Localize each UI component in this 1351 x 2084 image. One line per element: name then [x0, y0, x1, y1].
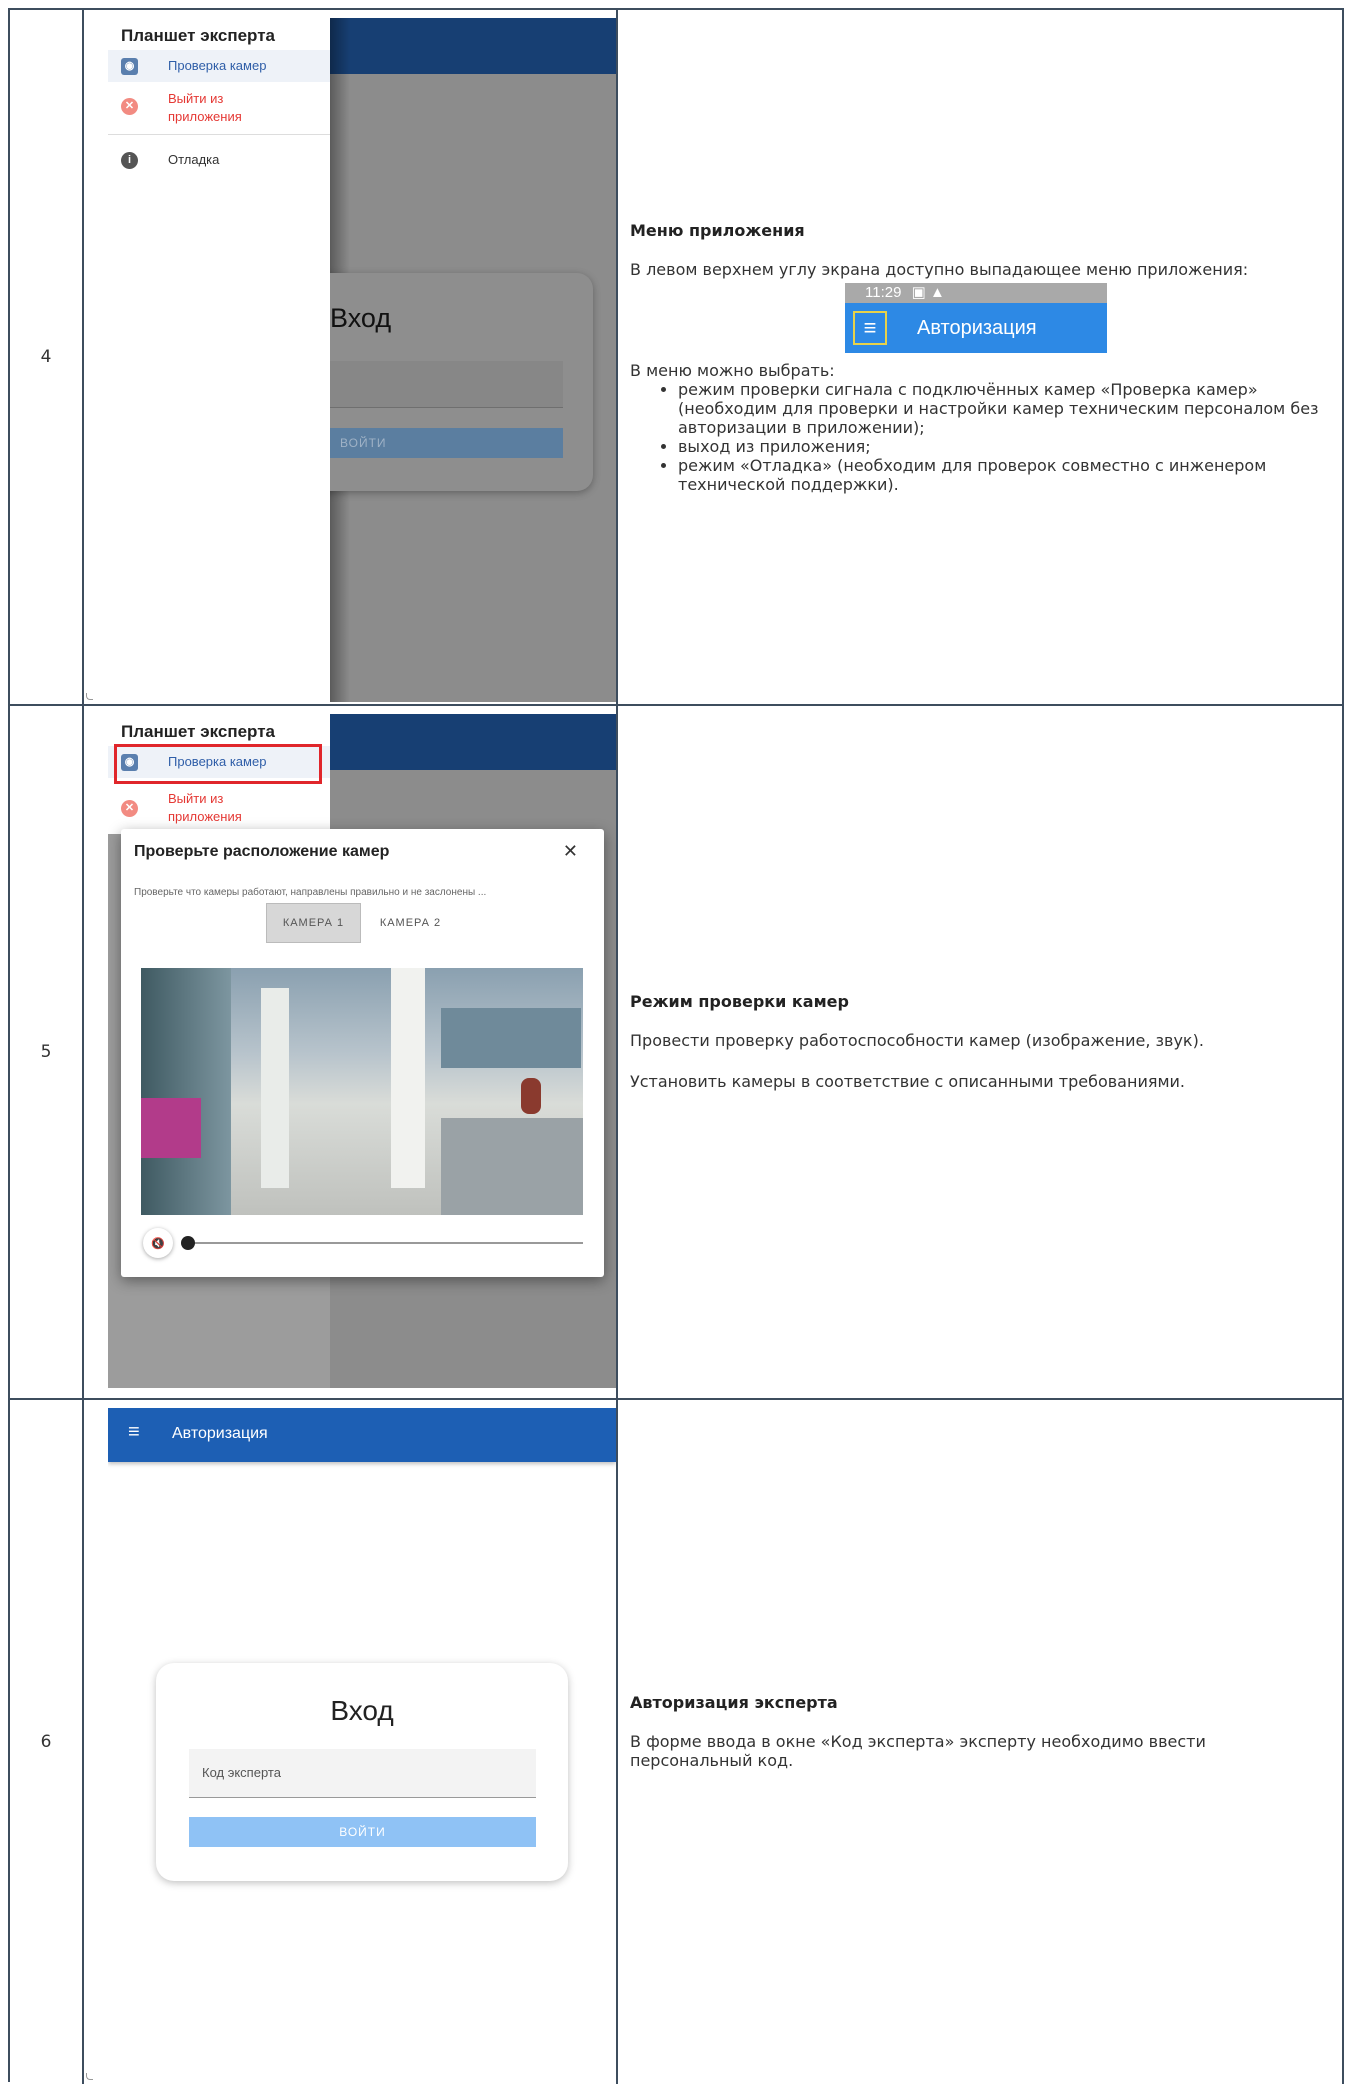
section-heading: Меню приложения — [630, 220, 805, 240]
highlight-box — [114, 744, 322, 784]
drawer-title: Планшет эксперта — [121, 722, 275, 741]
description-cell: Меню приложения В левом верхнем углу экр… — [618, 10, 1344, 704]
table-row-5: 5 Планшет эксперта ◉ Проверка камер ✕ Вы… — [10, 706, 1344, 1400]
screenshot-cell: Планшет эксперта ◉ Проверка камер ✕ Выйт… — [84, 706, 618, 1398]
table-row-6: 6 ≡ Авторизация Вход Код эксперта ВОЙТИ … — [10, 1400, 1344, 2084]
login-title: Вход — [330, 303, 392, 333]
intro-text: В левом верхнем углу экрана доступно вып… — [630, 259, 1249, 279]
close-icon[interactable]: ✕ — [563, 841, 578, 862]
app-screenshot-camera-check: Планшет эксперта ◉ Проверка камер ✕ Выйт… — [108, 714, 616, 1388]
drawer-item-exit[interactable]: ✕ Выйти из приложения — [108, 88, 330, 128]
drawer-item-exit[interactable]: ✕ Выйти из приложения — [108, 788, 330, 828]
drawer-title: Планшет эксперта — [121, 26, 275, 45]
section-heading: Авторизация эксперта — [630, 1692, 838, 1712]
menu-icon[interactable]: ≡ — [853, 310, 887, 345]
camera-icon: ◉ — [121, 58, 138, 75]
volume-slider-thumb[interactable] — [181, 1236, 195, 1250]
screenshot-cell: Вход ВОЙТИ Планшет эксперта ◉ Проверка к… — [84, 10, 618, 704]
row-number: 5 — [10, 706, 84, 1398]
list-item: режим проверки сигнала с подключённых ка… — [678, 380, 1330, 437]
table-row-4: 4 Вход ВОЙТИ Планшет эксперта ◉ Проверка — [10, 10, 1344, 706]
dialog-title: Проверьте расположение камер — [134, 843, 390, 860]
screenshot-cell: ≡ Авторизация Вход Код эксперта ВОЙТИ — [84, 1400, 618, 2084]
paragraph: Установить камеры в соответствие с описа… — [630, 1071, 1186, 1091]
expert-code-input[interactable]: Код эксперта — [189, 1749, 536, 1798]
drawer-divider — [108, 134, 330, 135]
navigation-drawer: Планшет эксперта ◉ Проверка камер ✕ Выйт… — [108, 18, 330, 702]
app-screenshot-login: ≡ Авторизация Вход Код эксперта ВОЙТИ — [108, 1408, 616, 2084]
status-bar: 11:29 ▣ ▲ — [845, 282, 1107, 303]
appbar: ≡ Авторизация — [108, 1408, 616, 1462]
appbar-example: 11:29 ▣ ▲ ≡ Авторизация — [845, 282, 1107, 353]
appbar-title: Авторизация — [172, 1425, 268, 1442]
drawer-item-check-cameras[interactable]: ◉ Проверка камер — [108, 50, 330, 82]
app-screenshot-menu: Вход ВОЙТИ Планшет эксперта ◉ Проверка к… — [108, 18, 616, 702]
paragraph: Провести проверку работоспособности каме… — [630, 1030, 1204, 1050]
camera-preview — [141, 968, 583, 1215]
login-button[interactable]: ВОЙТИ — [330, 428, 563, 458]
appbar-title: Авторизация — [917, 316, 1037, 339]
instruction-table: 4 Вход ВОЙТИ Планшет эксперта ◉ Проверка — [8, 8, 1344, 2084]
menu-icon[interactable]: ≡ — [128, 1421, 140, 1444]
tab-camera-2[interactable]: КАМЕРА 2 — [363, 903, 458, 943]
paragraph: В форме ввода в окне «Код эксперта» эксп… — [630, 1731, 1206, 1770]
login-title: Вход — [330, 1695, 394, 1726]
mute-icon[interactable]: 🔇 — [143, 1228, 173, 1258]
camera-check-dialog: Проверьте расположение камер ✕ Проверьте… — [121, 829, 604, 1277]
login-card: Вход Код эксперта ВОЙТИ — [156, 1663, 568, 1881]
image-corner — [86, 2073, 93, 2080]
login-button[interactable]: ВОЙТИ — [189, 1817, 536, 1847]
image-corner — [86, 693, 93, 700]
code-field[interactable] — [330, 361, 563, 408]
exit-icon: ✕ — [121, 800, 138, 817]
row-number: 4 — [10, 10, 84, 704]
list-item: выход из приложения; — [678, 437, 1330, 456]
info-icon: i — [121, 152, 138, 169]
exit-icon: ✕ — [121, 98, 138, 115]
row-number: 6 — [10, 1400, 84, 2084]
menu-options-list: режим проверки сигнала с подключённых ка… — [630, 380, 1330, 494]
volume-slider[interactable] — [185, 1242, 583, 1244]
section-heading: Режим проверки камер — [630, 991, 849, 1011]
drawer-item-debug[interactable]: i Отладка — [108, 146, 330, 176]
tab-camera-1[interactable]: КАМЕРА 1 — [266, 903, 361, 943]
list-item: режим «Отладка» (необходим для проверок … — [678, 456, 1330, 494]
dialog-subtitle: Проверьте что камеры работают, направлен… — [134, 887, 487, 898]
menu-intro: В меню можно выбрать: — [630, 360, 835, 380]
description-cell: Авторизация эксперта В форме ввода в окн… — [618, 1400, 1344, 2084]
status-icons: ▣ ▲ — [911, 283, 945, 301]
description-cell: Режим проверки камер Провести проверку р… — [618, 706, 1344, 1398]
